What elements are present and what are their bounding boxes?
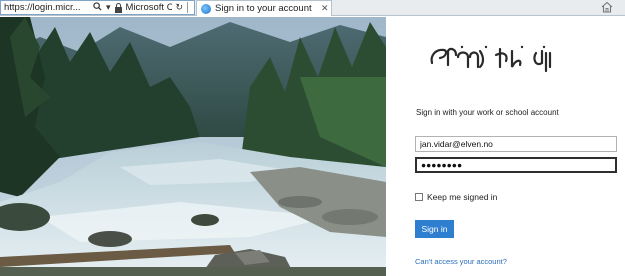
- email-field[interactable]: [415, 136, 617, 152]
- hero-landscape-image: [0, 17, 386, 276]
- keep-signed-in-label[interactable]: Keep me signed in: [427, 192, 497, 202]
- keep-signed-in[interactable]: Keep me signed in: [415, 192, 497, 202]
- tab-title[interactable]: Sign in to your account: [215, 3, 319, 14]
- site-identity[interactable]: Microsoft C...: [126, 2, 172, 13]
- address-url[interactable]: https://login.micr...: [4, 2, 89, 13]
- address-bar[interactable]: https://login.micr... ▾ Microsoft C... ↻: [0, 0, 195, 15]
- cant-access-link[interactable]: Can't access your account?: [415, 257, 507, 266]
- signin-button[interactable]: Sign in: [415, 220, 454, 238]
- password-field[interactable]: [415, 157, 617, 173]
- close-tab-icon[interactable]: ✕: [321, 3, 329, 14]
- lock-icon[interactable]: [114, 2, 122, 13]
- ie-favicon-icon: [201, 3, 211, 14]
- keep-signed-in-checkbox[interactable]: [415, 193, 423, 201]
- dropdown-arrow-icon[interactable]: ▾: [106, 2, 111, 13]
- refresh-icon[interactable]: ↻: [176, 2, 184, 13]
- tengwar-logo: [426, 41, 566, 77]
- browser-toolbar: https://login.micr... ▾ Microsoft C... ↻…: [0, 0, 625, 16]
- browser-tab[interactable]: Sign in to your account ✕: [196, 0, 332, 16]
- home-icon[interactable]: [600, 0, 614, 14]
- search-icon[interactable]: [93, 2, 102, 13]
- signin-heading: Sign in with your work or school account: [416, 108, 559, 117]
- separator: [187, 2, 189, 13]
- signin-panel: Sign in with your work or school account…: [386, 17, 625, 276]
